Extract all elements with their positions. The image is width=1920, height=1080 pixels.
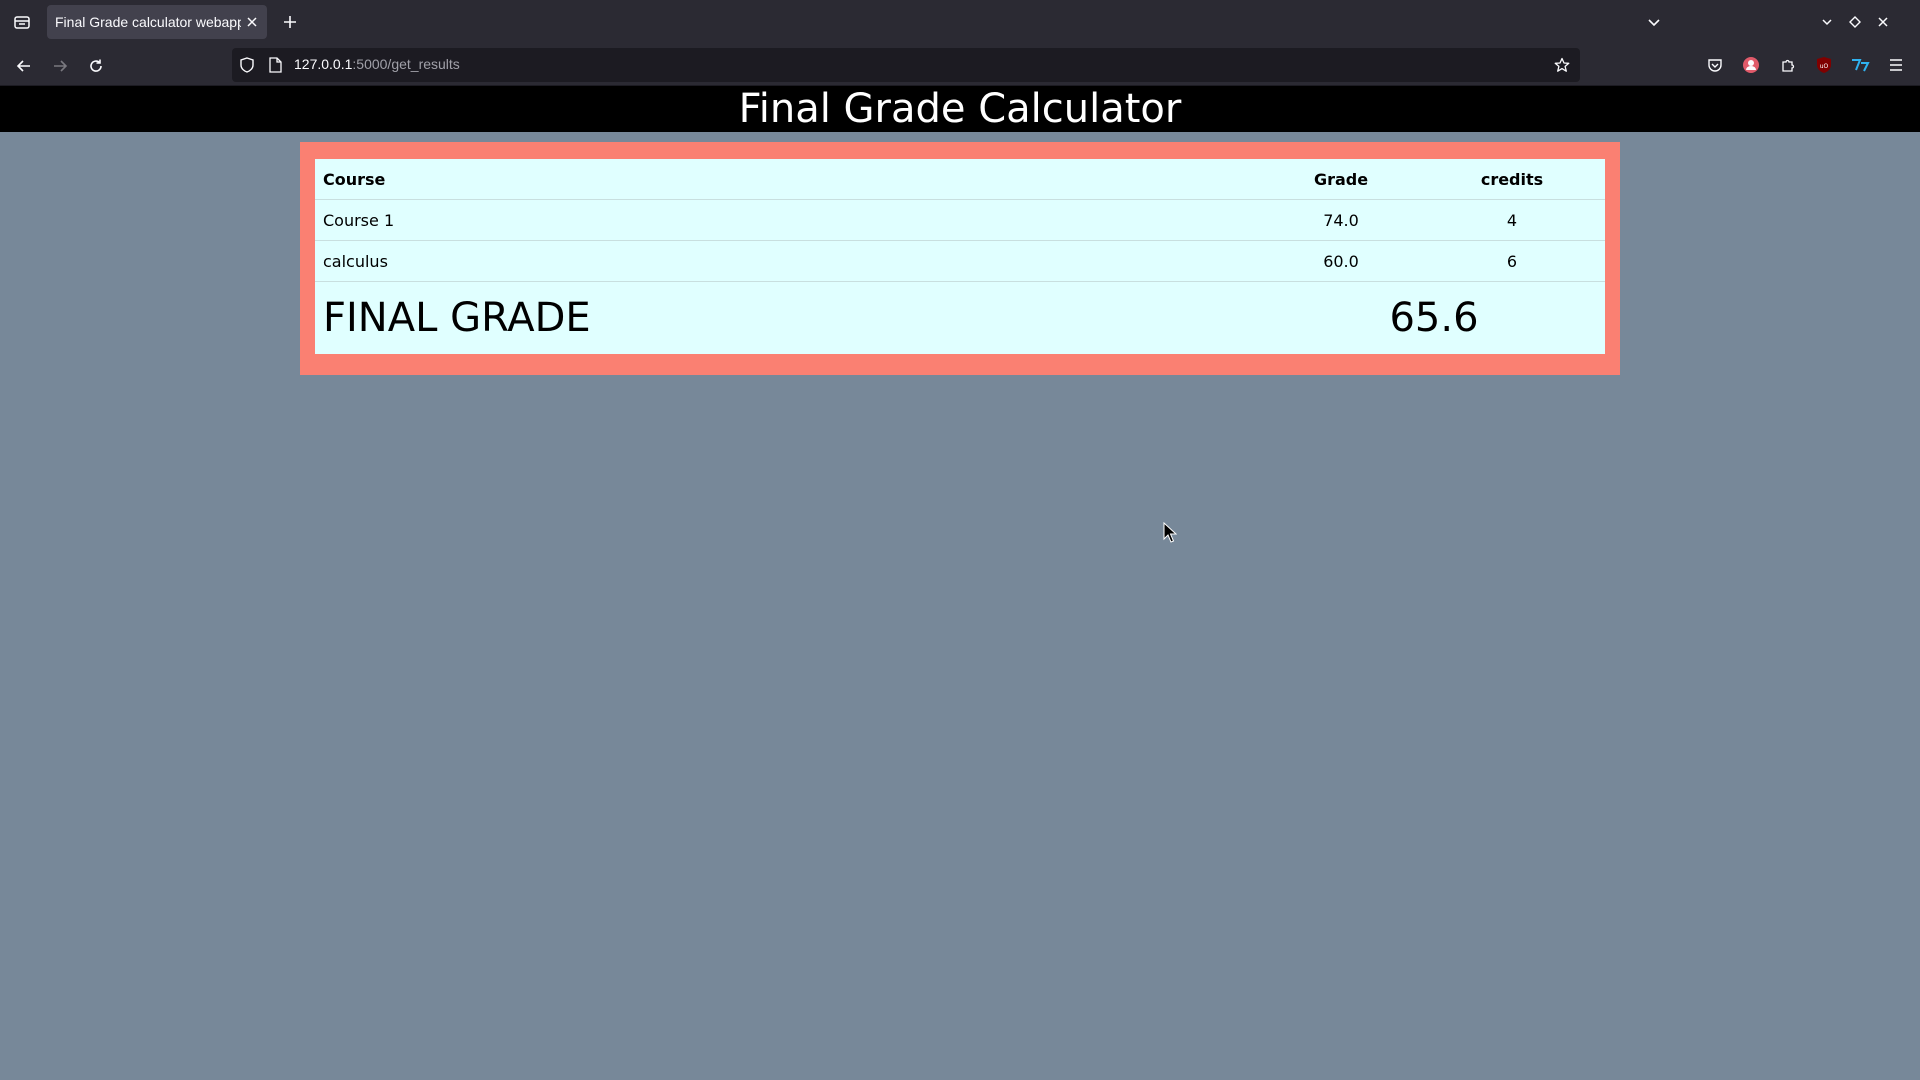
close-tab-icon[interactable] (243, 13, 261, 31)
final-grade-value: 65.6 (1389, 295, 1479, 341)
reload-icon[interactable] (82, 52, 110, 80)
results-table: Course Grade credits Course 1 74.0 4 cal… (315, 159, 1605, 354)
firefox-view-icon[interactable] (8, 8, 36, 36)
header-course: Course (315, 159, 1263, 200)
forward-arrow-icon[interactable] (46, 52, 74, 80)
page-header: Final Grade Calculator (0, 86, 1920, 132)
url-host: 127.0.0.1 (294, 56, 353, 72)
browser-tab-strip: Final Grade calculator webapp (0, 0, 1920, 44)
credits-cell: 4 (1419, 199, 1605, 241)
new-tab-plus-icon[interactable] (277, 9, 303, 35)
results-panel: Course Grade credits Course 1 74.0 4 cal… (300, 142, 1620, 375)
bookmark-star-icon[interactable] (1552, 55, 1572, 75)
page-info-icon[interactable] (266, 56, 284, 74)
minimize-chevron-icon[interactable] (1816, 11, 1838, 33)
final-grade-label: FINAL GRADE (323, 295, 591, 341)
grade-cell: 74.0 (1263, 199, 1419, 241)
close-window-icon[interactable] (1872, 11, 1894, 33)
table-header-row: Course Grade credits (315, 159, 1605, 200)
final-grade-row: FINAL GRADE 65.6 (315, 282, 1605, 355)
tab-title: Final Grade calculator webapp (55, 14, 241, 30)
translate-extension-icon[interactable] (1849, 54, 1871, 76)
url-path: :5000/get_results (352, 56, 460, 72)
menu-hamburger-icon[interactable] (1885, 54, 1907, 76)
address-bar[interactable]: 127.0.0.1:5000/get_results (232, 48, 1580, 82)
list-all-tabs-chevron-icon[interactable] (1643, 11, 1665, 33)
table-row: calculus 60.0 6 (315, 240, 1605, 282)
course-cell: calculus (315, 240, 1263, 282)
credits-cell: 6 (1419, 240, 1605, 282)
ublock-origin-icon[interactable]: uO (1813, 54, 1835, 76)
svg-text:uO: uO (1820, 63, 1829, 70)
grade-cell: 60.0 (1263, 240, 1419, 282)
page-title: Final Grade Calculator (738, 86, 1182, 132)
back-arrow-icon[interactable] (10, 52, 38, 80)
mouse-cursor-icon (1163, 522, 1177, 543)
account-avatar-icon[interactable] (1740, 54, 1762, 76)
browser-tab-active[interactable]: Final Grade calculator webapp (47, 5, 267, 39)
table-row: Course 1 74.0 4 (315, 199, 1605, 241)
pocket-icon[interactable] (1704, 54, 1726, 76)
header-credits: credits (1419, 159, 1605, 200)
window-controls (1648, 0, 1920, 44)
header-grade: Grade (1263, 159, 1419, 200)
browser-navigation-bar: 127.0.0.1:5000/get_results uO (0, 44, 1920, 86)
maximize-diamond-icon[interactable] (1844, 11, 1866, 33)
tracking-protection-shield-icon[interactable] (238, 56, 256, 74)
course-cell: Course 1 (315, 199, 1263, 241)
extensions-puzzle-icon[interactable] (1777, 54, 1799, 76)
url-text[interactable]: 127.0.0.1:5000/get_results (294, 56, 460, 72)
